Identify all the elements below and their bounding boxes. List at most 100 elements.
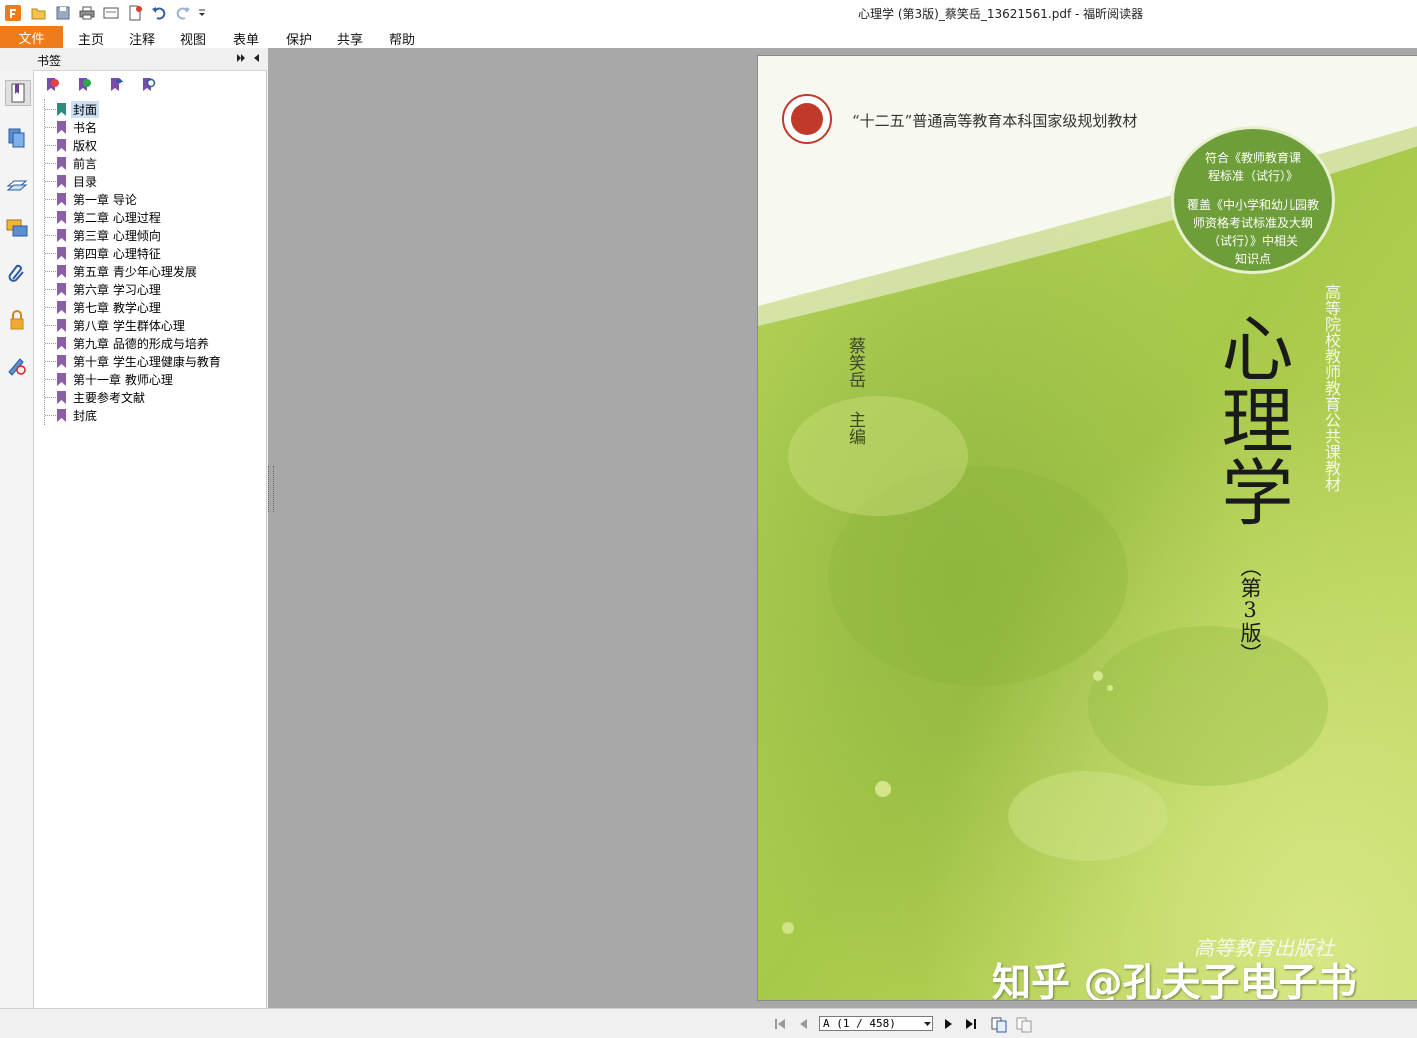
panel-title: 书签 bbox=[37, 54, 62, 68]
new-icon[interactable] bbox=[126, 4, 144, 22]
dropdown-icon[interactable] bbox=[196, 4, 208, 22]
security-lock-icon[interactable] bbox=[5, 308, 29, 332]
bookmark-item[interactable]: 封底 bbox=[57, 406, 99, 424]
menu-help[interactable]: 帮助 bbox=[389, 29, 415, 48]
bookmark-item[interactable]: 第四章 心理特征 bbox=[57, 244, 163, 262]
tree-connector bbox=[45, 397, 56, 398]
bookmark-label: 第五章 青少年心理发展 bbox=[73, 264, 197, 279]
page-dropdown-icon[interactable] bbox=[924, 1022, 931, 1027]
tree-connector bbox=[45, 235, 56, 236]
bookmark-item[interactable]: 第三章 心理倾向 bbox=[57, 226, 163, 244]
bookmark-item[interactable]: 书名 bbox=[57, 118, 99, 136]
bookmark-item[interactable]: 第一章 导论 bbox=[57, 190, 139, 208]
bookmark-flag-icon bbox=[57, 174, 66, 188]
menu-share[interactable]: 共享 bbox=[337, 29, 363, 48]
bookmark-flag-icon bbox=[57, 372, 66, 386]
tree-connector bbox=[45, 163, 56, 164]
page-setup-icon[interactable] bbox=[102, 4, 120, 22]
bookmark-search-icon[interactable] bbox=[140, 77, 156, 93]
cover-edition: （第3版） bbox=[1238, 556, 1262, 664]
menu-view[interactable]: 视图 bbox=[180, 29, 206, 48]
layers-icon[interactable] bbox=[5, 172, 29, 196]
bookmark-label: 主要参考文献 bbox=[73, 390, 146, 405]
delete-bookmark-icon[interactable] bbox=[44, 77, 60, 93]
tree-connector bbox=[45, 325, 56, 326]
tree-connector bbox=[45, 343, 56, 344]
menu-file[interactable]: 文件 bbox=[0, 26, 63, 48]
bookmark-flag-icon bbox=[57, 390, 66, 404]
last-page-icon[interactable] bbox=[964, 1017, 978, 1031]
attachment-icon[interactable] bbox=[5, 262, 29, 286]
app-logo-icon[interactable] bbox=[4, 4, 22, 22]
facing-view-icon[interactable] bbox=[1016, 1017, 1032, 1033]
tree-connector bbox=[45, 307, 56, 308]
tree-connector bbox=[45, 199, 56, 200]
bookmark-item[interactable]: 主要参考文献 bbox=[57, 388, 147, 406]
expand-panel-icon[interactable] bbox=[236, 52, 246, 66]
save-icon[interactable] bbox=[54, 4, 72, 22]
first-page-icon[interactable] bbox=[773, 1017, 787, 1031]
bookmark-label: 目录 bbox=[73, 174, 98, 189]
pages-thumbnail-icon[interactable] bbox=[5, 126, 29, 150]
bookmark-item[interactable]: 第十一章 教师心理 bbox=[57, 370, 175, 388]
bookmark-label: 第十一章 教师心理 bbox=[73, 372, 173, 387]
badge-line: 程标准（试行）》 bbox=[1207, 169, 1298, 183]
bookmark-item[interactable]: 第八章 学生群体心理 bbox=[57, 316, 187, 334]
bookmark-item[interactable]: 第七章 教学心理 bbox=[57, 298, 163, 316]
bookmark-panel-icon[interactable] bbox=[5, 80, 31, 106]
bookmark-item[interactable]: 目录 bbox=[57, 172, 99, 190]
signature-icon[interactable] bbox=[5, 354, 29, 378]
bookmark-flag-icon bbox=[57, 156, 66, 170]
bookmark-item[interactable]: 封面 bbox=[57, 100, 100, 118]
badge-line: 知识点 bbox=[1234, 252, 1271, 266]
bookmark-label: 第八章 学生群体心理 bbox=[73, 318, 185, 333]
bookmark-item[interactable]: 第二章 心理过程 bbox=[57, 208, 163, 226]
cover-author: 蔡笑岳 bbox=[845, 337, 865, 388]
next-page-icon[interactable] bbox=[941, 1017, 955, 1031]
bookmark-item[interactable]: 第六章 学习心理 bbox=[57, 280, 163, 298]
bookmark-label: 第三章 心理倾向 bbox=[73, 228, 161, 243]
menu-bar: 文件 主页 注释 视图 表单 保护 共享 帮助 bbox=[0, 26, 1417, 48]
print-icon[interactable] bbox=[78, 4, 96, 22]
menu-protect[interactable]: 保护 bbox=[286, 29, 312, 48]
bookmark-flag-icon bbox=[57, 228, 66, 242]
bookmark-item[interactable]: 前言 bbox=[57, 154, 99, 172]
continuous-view-icon[interactable] bbox=[991, 1017, 1007, 1033]
menu-comment[interactable]: 注释 bbox=[129, 29, 155, 48]
comments-icon[interactable] bbox=[5, 216, 29, 240]
panel-splitter[interactable] bbox=[268, 466, 274, 512]
redo-icon[interactable] bbox=[174, 4, 192, 22]
bookmark-label: 封底 bbox=[73, 408, 98, 423]
undo-icon[interactable] bbox=[150, 4, 168, 22]
tree-connector bbox=[45, 145, 56, 146]
bookmark-flag-icon bbox=[57, 102, 66, 116]
collapse-panel-icon[interactable] bbox=[253, 52, 259, 66]
add-bookmark-icon[interactable] bbox=[76, 77, 92, 93]
bookmark-label: 第七章 教学心理 bbox=[73, 300, 161, 315]
tree-connector bbox=[45, 253, 56, 254]
pdf-page-cover: “十二五”普通高等教育本科国家级规划教材 符合《教师教育课 程标准（试行）》 覆… bbox=[757, 55, 1417, 1001]
bookmark-item[interactable]: 第五章 青少年心理发展 bbox=[57, 262, 199, 280]
bookmark-label: 封面 bbox=[71, 100, 100, 118]
bookmark-item[interactable]: 第九章 品德的形成与培养 bbox=[57, 334, 211, 352]
page-number-input[interactable]: A (1 / 458) bbox=[819, 1016, 933, 1031]
tree-connector bbox=[45, 217, 56, 218]
bookmark-goto-icon[interactable] bbox=[108, 77, 124, 93]
previous-page-icon[interactable] bbox=[797, 1017, 811, 1031]
title-bar: 心理学 (第3版)_蔡笑岳_13621561.pdf - 福昕阅读器 bbox=[0, 0, 1417, 27]
bookmark-label: 第四章 心理特征 bbox=[73, 246, 161, 261]
bookmark-flag-icon bbox=[57, 318, 66, 332]
bookmark-flag-icon bbox=[57, 120, 66, 134]
tree-line bbox=[44, 99, 45, 425]
bookmark-panel-header: 书签 bbox=[0, 48, 267, 71]
cover-author-role: 主编 bbox=[845, 411, 865, 445]
menu-home[interactable]: 主页 bbox=[78, 29, 104, 48]
menu-form[interactable]: 表单 bbox=[233, 29, 259, 48]
open-folder-icon[interactable] bbox=[30, 4, 48, 22]
bookmark-flag-icon bbox=[57, 300, 66, 314]
tree-connector bbox=[45, 127, 56, 128]
bookmark-label: 第九章 品德的形成与培养 bbox=[73, 336, 209, 351]
publisher-logo-icon bbox=[782, 94, 832, 144]
bookmark-item[interactable]: 版权 bbox=[57, 136, 99, 154]
bookmark-item[interactable]: 第十章 学生心理健康与教育 bbox=[57, 352, 223, 370]
